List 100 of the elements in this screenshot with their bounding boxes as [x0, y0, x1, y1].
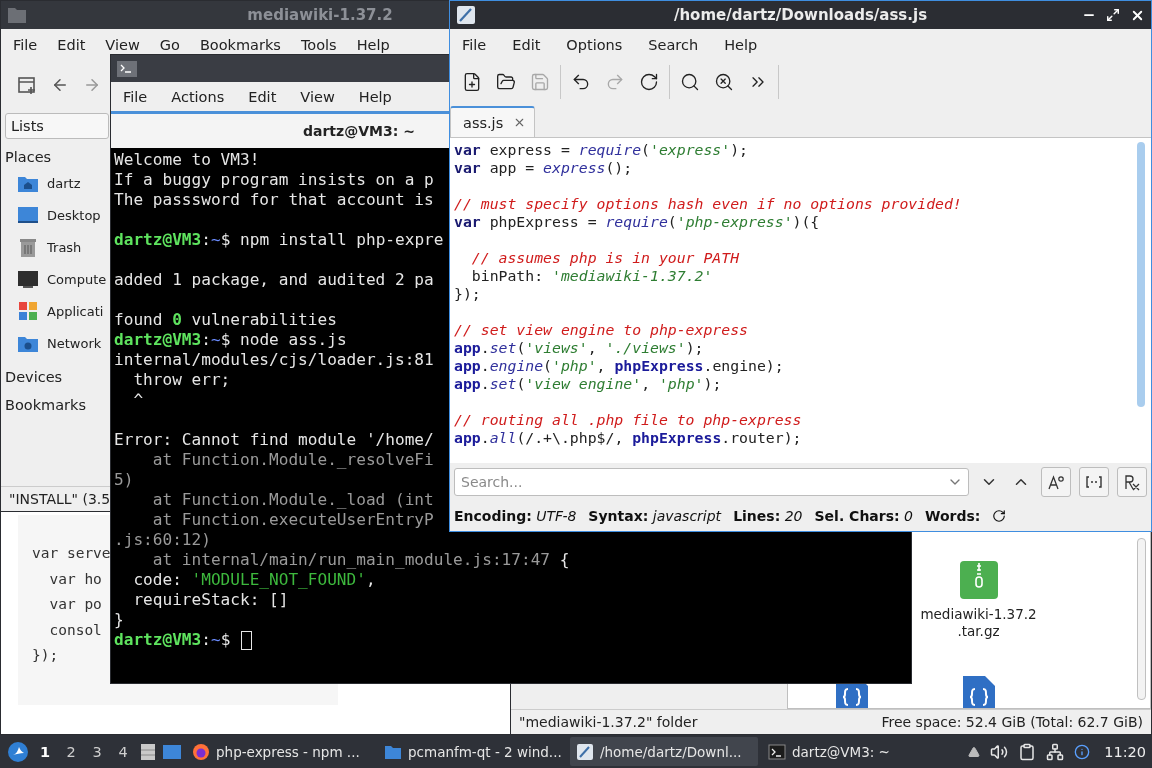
terminal-line: Error: Cannot find module '/home/ — [114, 430, 434, 450]
search-field[interactable]: Search... — [454, 468, 969, 496]
menu-item[interactable]: View — [300, 88, 335, 105]
terminal-line: } — [114, 610, 124, 630]
menu-item[interactable]: Options — [566, 37, 623, 53]
menu-item[interactable]: Actions — [171, 88, 225, 105]
workspace-button[interactable]: 1 — [34, 743, 56, 760]
desktop-icon — [17, 204, 39, 226]
code-line: app.all(/.+\.php$/, phpExpress.router); — [454, 429, 802, 447]
terminal-line: requireStack: [] — [132, 590, 289, 610]
file-tab[interactable]: ass.js — [450, 106, 536, 137]
menu-item[interactable]: Edit — [57, 37, 86, 53]
volume-icon[interactable] — [990, 742, 1009, 761]
window-title: /home/dartz/Downloads/ass.js — [673, 6, 928, 24]
code-line: var phpExpress = require('php-express')({ — [454, 213, 820, 231]
taskbar-button[interactable]: dartz@VM3: ~ — [762, 737, 950, 766]
sidebar-item[interactable]: dartz — [47, 175, 81, 191]
code-line: }); — [32, 646, 59, 665]
terminal-line: at Function.Module._load (int — [151, 490, 434, 510]
sidebar-item[interactable]: Compute — [47, 271, 107, 287]
code-line: app.set('view engine', 'php'); — [454, 375, 722, 393]
view-mode-dropdown[interactable]: Lists — [5, 113, 109, 139]
menu-item[interactable]: Help — [724, 37, 758, 53]
notification-icon[interactable] — [1074, 743, 1091, 760]
terminal-line: 5) — [114, 470, 134, 490]
sidebar-item[interactable]: Desktop — [47, 207, 101, 223]
menu-item[interactable]: File — [462, 37, 487, 53]
window-title: mediawiki-1.37.2 — [247, 6, 393, 24]
status-text: Encoding: UTF-8 — [454, 508, 577, 524]
sidebar-item[interactable]: Network — [47, 335, 102, 351]
taskbar-button[interactable]: /home/dartz/Downl... — [570, 737, 758, 766]
code-line: binPath: 'mediawiki-1.37.2' — [470, 267, 713, 285]
terminal-line: at Function.Module._resolveFi — [151, 450, 434, 470]
terminal-line: at Function.executeUserEntryP — [151, 510, 434, 530]
archive-icon — [958, 560, 999, 600]
menu-item[interactable]: Help — [356, 37, 390, 53]
workspace-button[interactable]: 4 — [112, 743, 134, 760]
menu-item[interactable]: Edit — [512, 37, 541, 53]
status-text: "mediawiki-1.37.2" folder — [519, 714, 698, 730]
status-text: Words: — [925, 508, 981, 524]
taskbar-button[interactable]: pcmanfm-qt - 2 wind... — [378, 737, 566, 766]
terminal-line: ^ — [132, 390, 144, 410]
network-icon[interactable] — [1046, 742, 1065, 761]
menu-item[interactable]: Tools — [300, 37, 337, 53]
regex-icon — [1123, 473, 1141, 491]
scrollbar[interactable] — [1137, 538, 1146, 700]
brackets-icon — [1085, 475, 1103, 489]
menu-item[interactable]: File — [13, 37, 38, 53]
whole-word-toggle[interactable] — [1079, 467, 1109, 497]
search-replace-icon — [714, 72, 734, 92]
search-icon — [680, 72, 700, 92]
code-line: // set view engine to php-express — [454, 321, 748, 339]
refresh-icon[interactable] — [992, 509, 1007, 523]
folder-icon — [496, 72, 516, 92]
terminal-line: added 1 package, and audited 2 pa — [114, 270, 434, 290]
trash-icon — [17, 236, 39, 258]
terminal-line: dartz@VM3:~$ — [114, 630, 252, 650]
terminal-line: dartz@VM3:~$ node ass.js — [114, 330, 347, 350]
code-line: var express = require('express'); — [454, 141, 749, 159]
menu-item[interactable]: Search — [648, 37, 699, 53]
workspace-button[interactable]: 3 — [86, 743, 108, 760]
sidebar-section: Devices — [5, 367, 63, 387]
menu-item[interactable]: Edit — [248, 88, 277, 105]
taskbar-button[interactable]: php-express - npm ... — [186, 737, 374, 766]
file-cabinet-icon[interactable] — [138, 741, 158, 762]
terminal-line: If a buggy program insists on a p — [114, 170, 434, 190]
redo-icon — [605, 72, 625, 92]
status-text: Lines: 20 — [733, 508, 803, 524]
code-line: var po — [48, 595, 102, 614]
match-case-toggle[interactable] — [1041, 467, 1071, 497]
status-text: Syntax: javascript — [588, 508, 722, 524]
new-tab-icon[interactable] — [17, 75, 37, 95]
clipboard-icon[interactable] — [1018, 742, 1037, 761]
code-line: var ho — [48, 569, 102, 589]
maximize-icon[interactable] — [1106, 7, 1120, 22]
menu-item[interactable]: Go — [159, 37, 180, 53]
sidebar-section: Places — [5, 147, 52, 167]
browser-icon — [192, 742, 210, 761]
regex-toggle[interactable] — [1117, 467, 1147, 497]
code-line: // must specify options hash even if no options provided! — [454, 195, 962, 213]
sidebar-item[interactable]: Trash — [47, 239, 82, 255]
back-icon[interactable] — [51, 76, 69, 94]
menu-item[interactable]: Bookmarks — [199, 37, 281, 53]
workspace-button[interactable]: 2 — [60, 743, 82, 760]
start-menu-icon[interactable] — [6, 739, 30, 764]
sidebar-item[interactable]: Applicati — [47, 303, 104, 319]
menu-item[interactable]: View — [105, 37, 140, 53]
terminal-line: code: 'MODULE_NOT_FOUND', — [132, 570, 376, 590]
case-icon — [1047, 473, 1065, 491]
code-line: var serve — [32, 544, 111, 563]
file-name[interactable]: mediawiki-1.37.2 .tar.gz — [920, 606, 1037, 640]
arrow-up-icon[interactable] — [968, 745, 981, 758]
terminal-line: internal/modules/cjs/loader.js:81 — [114, 350, 434, 370]
code-line: // routing all .php file to php-express — [454, 411, 802, 429]
terminal-line: at internal/main/run_main_module.js:17:47 { — [151, 550, 570, 570]
terminal-icon — [117, 60, 137, 77]
terminal-line: The passsword for that account is — [114, 190, 434, 210]
menu-item[interactable]: File — [123, 88, 148, 105]
menu-item[interactable]: Help — [358, 88, 392, 105]
terminal-tab[interactable]: dartz@VM3: ~ — [111, 114, 447, 148]
